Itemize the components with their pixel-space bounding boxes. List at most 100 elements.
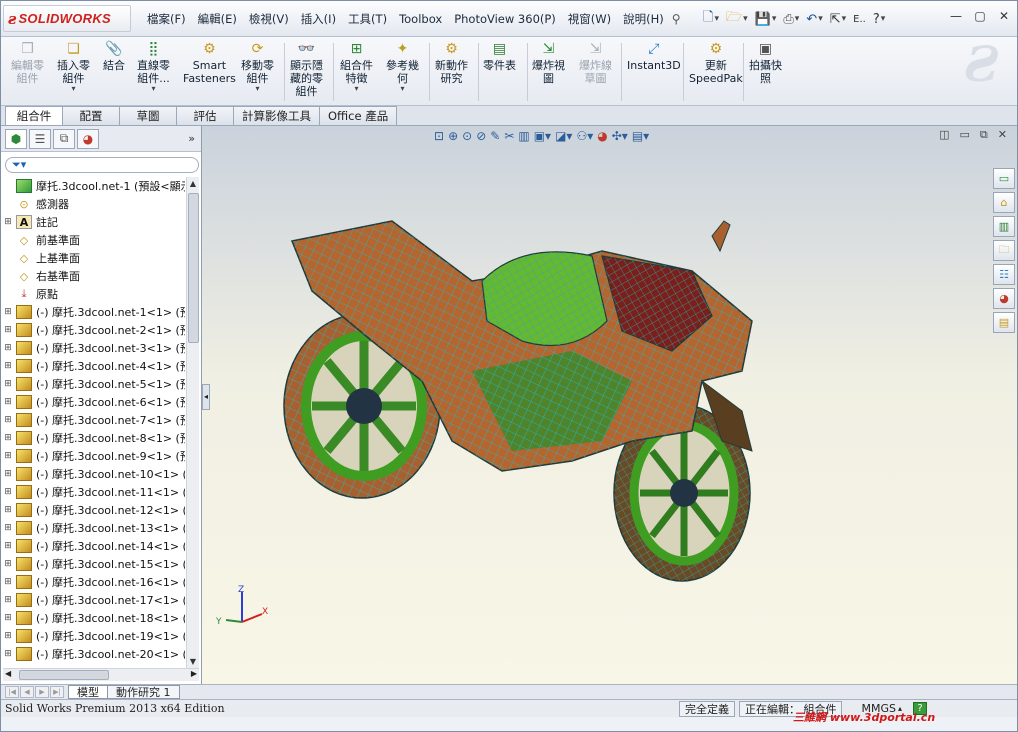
menu-view[interactable]: 檢視(V)	[243, 11, 295, 27]
tree-vertical-scrollbar[interactable]: ▲ ▼	[186, 177, 199, 668]
tree-item-component[interactable]: ⊞ (-) 摩托.3dcool.net-10<1> (預	[3, 465, 185, 483]
tree-item-component[interactable]: ⊞ (-) 摩托.3dcool.net-2<1> (預設	[3, 321, 185, 339]
viewport-restore-icon[interactable]: ⧉	[980, 128, 988, 142]
expand-icon[interactable]: ⊞	[3, 523, 13, 533]
hide-show-items-icon[interactable]: ◪▾	[555, 129, 572, 143]
view-palette-icon[interactable]: ☷	[993, 264, 1015, 285]
chevron-down-icon[interactable]: ▾	[354, 85, 358, 93]
explode-line-sketch-button[interactable]: ⇲ 爆炸線 草圖	[579, 40, 612, 86]
scroll-thumb[interactable]	[19, 670, 109, 680]
chevron-down-icon[interactable]: ▾	[400, 85, 404, 93]
viewport-close-icon[interactable]: ✕	[998, 128, 1007, 142]
update-speedpak-button[interactable]: ⚙ 更新 SpeedPak	[689, 40, 743, 86]
instant3d-button[interactable]: ⤢ Instant3D	[627, 40, 681, 73]
expand-icon[interactable]: ⊞	[3, 469, 13, 479]
edit-component-button[interactable]: ❒ 編輯零 組件	[11, 40, 44, 86]
solidworks-logo[interactable]: ƨ SOLIDWORKS	[3, 5, 131, 32]
tree-item-component[interactable]: ⊞ (-) 摩托.3dcool.net-20<1> (預	[3, 645, 185, 663]
tree-item-annotations[interactable]: ⊞ A 註記	[3, 213, 185, 231]
tab-model[interactable]: 模型	[68, 685, 108, 699]
open-icon[interactable]: 🗁	[724, 8, 750, 30]
expand-icon[interactable]: ⊞	[3, 541, 13, 551]
zoom-to-area-icon[interactable]: ⊕	[448, 129, 458, 143]
custom-properties-icon[interactable]: ▤	[993, 312, 1015, 333]
next-tab-icon[interactable]: ▶	[35, 686, 49, 698]
tree-item-component[interactable]: ⊞ (-) 摩托.3dcool.net-14<1> (預	[3, 537, 185, 555]
tree-item-component[interactable]: ⊞ (-) 摩托.3dcool.net-3<1> (預設	[3, 339, 185, 357]
motorcycle-model[interactable]	[272, 211, 772, 601]
scroll-left-icon[interactable]: ◀	[5, 669, 11, 678]
tree-filter[interactable]: ⏷▾	[5, 157, 199, 173]
menu-photoview[interactable]: PhotoView 360(P)	[448, 12, 562, 26]
design-library-icon[interactable]: ▥	[993, 216, 1015, 237]
scroll-down-icon[interactable]: ▼	[187, 655, 199, 668]
expand-icon[interactable]: ⊞	[3, 595, 13, 605]
tab-rendering-tools[interactable]: 計算影像工具	[233, 106, 320, 125]
insert-component-button[interactable]: ❏ 插入零 組件 ▾	[57, 40, 90, 93]
tree-item-component[interactable]: ⊞ (-) 摩托.3dcool.net-18<1> (預	[3, 609, 185, 627]
expand-icon[interactable]: ⊞	[3, 505, 13, 515]
tree-item-top-plane[interactable]: ◇ 上基準面	[3, 249, 185, 267]
smart-fasteners-button[interactable]: ⚙ Smart Fasteners	[183, 40, 236, 86]
tree-horizontal-scrollbar[interactable]: ◀ ▶	[3, 668, 199, 681]
help-icon[interactable]: ?	[871, 8, 887, 30]
menu-file[interactable]: 檔案(F)	[141, 11, 192, 27]
viewport-minimize-icon[interactable]: ▭	[960, 128, 970, 142]
appearances-icon[interactable]: ◕	[993, 288, 1015, 309]
menu-insert[interactable]: 插入(I)	[295, 11, 342, 27]
tab-configuration[interactable]: 配置	[62, 106, 120, 125]
tree-item-component[interactable]: ⊞ (-) 摩托.3dcool.net-9<1> (預設	[3, 447, 185, 465]
resources-icon[interactable]: ▭	[993, 168, 1015, 189]
tree-item-sensors[interactable]: ⊙ 感測器	[3, 195, 185, 213]
minimize-icon[interactable]: —	[947, 7, 965, 25]
chevron-down-icon[interactable]: ▾	[71, 85, 75, 93]
scroll-thumb[interactable]	[188, 193, 199, 343]
tree-item-component[interactable]: ⊞ (-) 摩托.3dcool.net-15<1> (預	[3, 555, 185, 573]
previous-view-icon[interactable]: ⊙	[462, 129, 472, 143]
expand-icon[interactable]: ⊞	[3, 577, 13, 587]
expand-icon[interactable]: ⊞	[3, 379, 13, 389]
view-orientation-icon[interactable]: ▥	[518, 129, 529, 143]
feature-tree-icon[interactable]: ⬢	[5, 128, 27, 149]
expand-icon[interactable]: ⊞	[3, 451, 13, 461]
tab-motion-study[interactable]: 動作研究 1	[107, 685, 180, 699]
tree-item-component[interactable]: ⊞ (-) 摩托.3dcool.net-13<1> (預	[3, 519, 185, 537]
last-tab-icon[interactable]: ▶|	[50, 686, 64, 698]
menu-toolbox[interactable]: Toolbox	[393, 12, 448, 26]
expand-icon[interactable]: ⊞	[3, 361, 13, 371]
expand-icon[interactable]: ⊞	[3, 307, 13, 317]
realview-icon[interactable]: ▤▾	[632, 129, 649, 143]
tree-item-component[interactable]: ⊞ (-) 摩托.3dcool.net-17<1> (預	[3, 591, 185, 609]
assembly-features-button[interactable]: ⊞ 組合件 特徵 ▾	[340, 40, 373, 93]
close-icon[interactable]: ✕	[995, 7, 1013, 25]
file-explorer-icon[interactable]: 🗀	[993, 240, 1015, 261]
restore-icon[interactable]: ▢	[971, 7, 989, 25]
display-manager-icon[interactable]: ◕	[77, 128, 99, 149]
pin-icon[interactable]: ⚲	[672, 12, 681, 26]
tab-evaluate[interactable]: 評估	[176, 106, 234, 125]
reference-geometry-button[interactable]: ✦ 參考幾 何 ▾	[386, 40, 419, 93]
chevron-down-icon[interactable]: ▾	[151, 85, 155, 93]
section-view-icon[interactable]: ⊘	[476, 129, 486, 143]
tree-item-component[interactable]: ⊞ (-) 摩托.3dcool.net-11<1> (預	[3, 483, 185, 501]
expand-icon[interactable]: ⊞	[3, 559, 13, 569]
tree-item-component[interactable]: ⊞ (-) 摩托.3dcool.net-8<1> (預設	[3, 429, 185, 447]
expand-icon[interactable]: ⊞	[3, 649, 13, 659]
expand-icon[interactable]: ⊞	[3, 343, 13, 353]
snapshot-button[interactable]: ▣ 拍攝快 照	[749, 40, 782, 86]
expand-panel-icon[interactable]: »	[188, 132, 195, 145]
mate-button[interactable]: 📎 結合	[103, 40, 125, 73]
save-icon[interactable]: 💾	[753, 8, 779, 30]
chevron-down-icon[interactable]: ▾	[255, 85, 259, 93]
menu-edit[interactable]: 編輯(E)	[192, 11, 243, 27]
display-style-icon[interactable]: ▣▾	[534, 129, 551, 143]
panel-collapse-handle[interactable]: ◂	[202, 384, 210, 410]
expand-icon[interactable]: ⊞	[3, 433, 13, 443]
first-tab-icon[interactable]: |◀	[5, 686, 19, 698]
show-hidden-components-button[interactable]: 👓 顯示隱 藏的零 組件	[290, 40, 323, 99]
edit-appearance-icon[interactable]: ⚇▾	[576, 129, 593, 143]
undo-icon[interactable]: ↶	[804, 8, 824, 30]
zoom-to-fit-icon[interactable]: ⊡	[434, 129, 444, 143]
expand-icon[interactable]: ⊞	[3, 415, 13, 425]
select-icon[interactable]: ⇱	[828, 8, 848, 30]
